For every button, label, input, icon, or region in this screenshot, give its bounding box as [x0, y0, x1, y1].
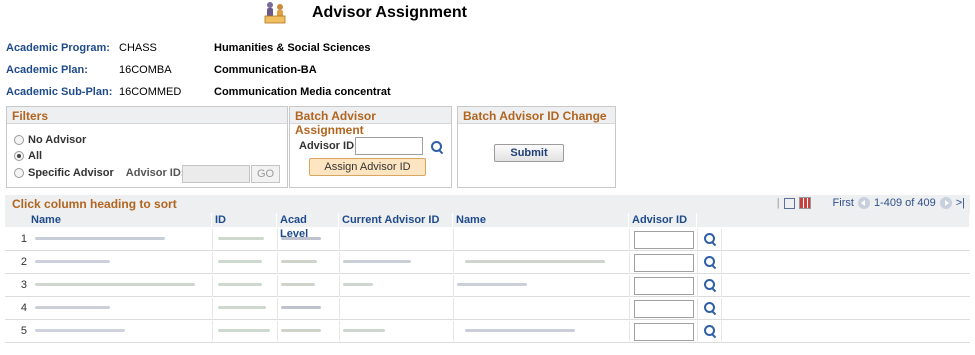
divider: | [776, 197, 780, 209]
next-icon[interactable] [939, 197, 952, 209]
redacted-current-advisor-id [343, 283, 373, 286]
filter-no-advisor-label: No Advisor [28, 134, 87, 146]
academic-subplan-code: 16COMMED [119, 86, 182, 98]
column-header-advisor-id[interactable]: Advisor ID [629, 213, 697, 227]
page-title: Advisor Assignment [312, 4, 467, 21]
grid-title-bar: Click column heading to sort | First 1-4… [5, 195, 970, 213]
row-number: 2 [20, 256, 27, 268]
search-icon[interactable] [430, 140, 444, 154]
advisor-people-icon [264, 2, 286, 24]
table-row: 4 [5, 298, 970, 320]
search-icon[interactable] [703, 301, 717, 315]
redacted-acad-level [281, 329, 321, 332]
batch-assign-title: Batch Advisor Assignment [290, 107, 451, 137]
academic-subplan-label: Academic Sub-Plan: [6, 86, 113, 98]
row-number: 4 [20, 302, 27, 314]
search-icon[interactable] [703, 232, 717, 246]
table-row: 2 [5, 252, 970, 274]
filter-specific-advisor[interactable]: Specific Advisor Advisor ID: [14, 167, 184, 179]
academic-subplan-desc: Communication Media concentrat [214, 86, 391, 98]
batch-advisor-id-input[interactable] [355, 137, 423, 155]
redacted-advisor-name [457, 283, 527, 286]
search-icon[interactable] [703, 278, 717, 292]
go-button[interactable]: GO [251, 165, 280, 183]
grid-title: Click column heading to sort [12, 197, 177, 211]
filter-advisor-id-label: Advisor ID: [125, 167, 185, 179]
redacted-acad-level [281, 283, 315, 286]
redacted-name [35, 329, 125, 332]
redacted-id [218, 283, 262, 286]
filter-all[interactable]: All [14, 150, 42, 162]
batch-change-panel: Batch Advisor ID Change Submit [457, 106, 616, 188]
redacted-current-advisor-id [343, 329, 385, 332]
search-icon[interactable] [703, 255, 717, 269]
table-row: 3 [5, 275, 970, 297]
row-number: 3 [20, 279, 27, 291]
nav-first-link[interactable]: First [833, 197, 854, 209]
filter-all-label: All [28, 150, 43, 162]
redacted-name [35, 283, 195, 286]
academic-plan-desc: Communication-BA [214, 64, 317, 76]
nav-last-link[interactable]: >| [956, 197, 965, 209]
advisor-id-input[interactable] [634, 231, 694, 249]
filters-title: Filters [7, 107, 287, 124]
submit-button[interactable]: Submit [494, 144, 564, 162]
batch-change-title: Batch Advisor ID Change [458, 107, 615, 124]
table-row: 5 [5, 321, 970, 343]
redacted-id [218, 260, 262, 263]
radio-icon[interactable] [14, 168, 24, 178]
column-header-acad-level[interactable]: Acad Level [277, 213, 339, 240]
academic-program-code: CHASS [119, 42, 157, 54]
batch-advisor-id-label: Advisor ID: [299, 140, 358, 152]
table-row: 1 [5, 229, 970, 251]
advisor-id-input[interactable] [634, 254, 694, 272]
redacted-current-advisor-id [343, 260, 411, 263]
filters-panel: Filters No Advisor All Specific Advisor … [6, 106, 288, 188]
advisor-id-input[interactable] [634, 323, 694, 341]
row-number: 1 [20, 233, 27, 245]
academic-program-row: Academic Program: CHASS Humanities & Soc… [6, 40, 371, 56]
advisor-id-input[interactable] [634, 300, 694, 318]
redacted-acad-level [281, 237, 321, 240]
advisor-grid: Click column heading to sort | First 1-4… [5, 195, 970, 355]
advisor-id-input[interactable] [634, 277, 694, 295]
redacted-acad-level [281, 306, 321, 309]
previous-icon[interactable] [857, 197, 870, 209]
redacted-id [218, 237, 264, 240]
redacted-advisor-name [465, 260, 605, 263]
redacted-name [35, 260, 110, 263]
batch-assign-panel: Batch Advisor Assignment Advisor ID: Ass… [289, 106, 452, 188]
radio-icon[interactable] [14, 135, 24, 145]
academic-subplan-row: Academic Sub-Plan: 16COMMED Communicatio… [6, 84, 391, 100]
nav-range: 1-409 of 409 [873, 197, 936, 209]
academic-plan-label: Academic Plan: [6, 64, 88, 76]
filter-specific-advisor-label: Specific Advisor [28, 167, 114, 179]
redacted-id [218, 306, 266, 309]
zoom-icon[interactable] [783, 197, 795, 209]
assign-advisor-id-button[interactable]: Assign Advisor ID [309, 158, 426, 176]
download-spreadsheet-icon[interactable] [798, 197, 811, 209]
academic-program-desc: Humanities & Social Sciences [214, 42, 371, 54]
column-header-blank [697, 213, 970, 227]
page-header: Advisor Assignment [262, 0, 467, 26]
academic-program-label: Academic Program: [6, 42, 110, 54]
filter-no-advisor[interactable]: No Advisor [14, 134, 86, 146]
column-header-name[interactable]: Name [5, 213, 212, 227]
redacted-name [35, 306, 110, 309]
redacted-name [35, 237, 165, 240]
redacted-id [218, 329, 270, 332]
academic-plan-code: 16COMBA [119, 64, 172, 76]
radio-selected-icon[interactable] [14, 151, 24, 161]
redacted-advisor-name [465, 329, 575, 332]
redacted-acad-level [281, 260, 317, 263]
column-header-current-advisor-id[interactable]: Current Advisor ID [339, 213, 453, 227]
column-header-advisor-name[interactable]: Name [453, 213, 629, 227]
column-header-id[interactable]: ID [212, 213, 277, 227]
row-number: 5 [20, 325, 27, 337]
search-icon[interactable] [703, 324, 717, 338]
grid-navigation: | First 1-409 of 409 >| [773, 197, 965, 209]
academic-plan-row: Academic Plan: 16COMBA Communication-BA [6, 62, 317, 78]
filter-advisor-id-input[interactable] [182, 165, 250, 183]
